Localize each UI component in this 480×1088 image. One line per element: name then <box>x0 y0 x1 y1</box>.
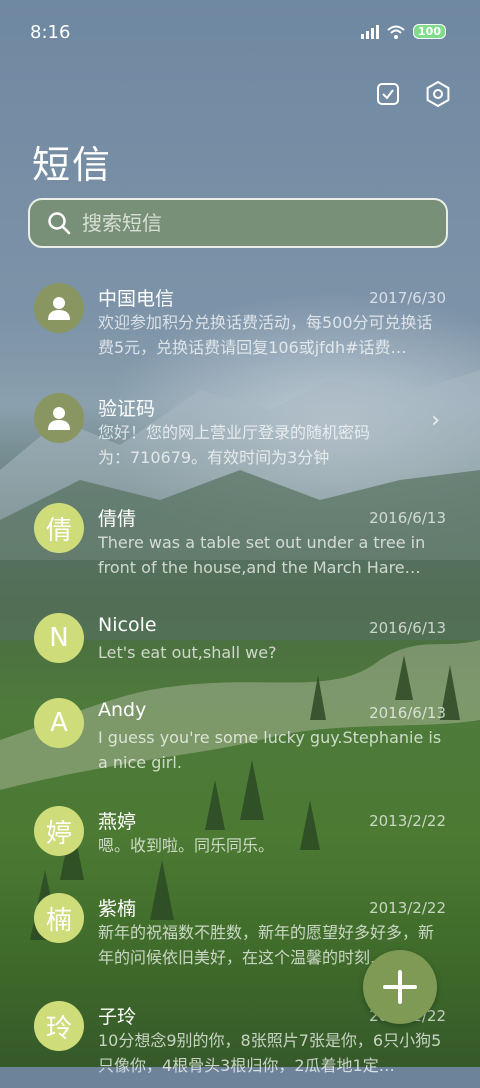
avatar: A <box>34 698 84 748</box>
message-date: 2016/6/13 <box>369 619 446 637</box>
message-item[interactable]: A Andy 2016/6/13 I guess you're some luc… <box>0 685 480 785</box>
message-preview: 嗯。收到啦。同乐同乐。 <box>98 836 275 855</box>
contact-name: 燕婷 <box>98 811 137 833</box>
avatar: 玲 <box>34 1001 84 1051</box>
avatar: 婷 <box>34 806 84 856</box>
message-date: 2013/2/22 <box>369 812 446 830</box>
message-item[interactable]: 中国电信 2017/6/30 欢迎参加积分兑换话费活动，每500分可兑换话费5元… <box>0 270 480 370</box>
avatar: 倩 <box>34 503 84 553</box>
status-time: 8:16 <box>30 22 71 43</box>
plus-icon <box>383 970 417 1004</box>
signal-icon <box>361 24 380 39</box>
compose-button[interactable] <box>363 950 437 1024</box>
message-preview: 您好！您的网上营业厅登录的随机密码为：710679。有效时间为3分钟 <box>98 423 371 467</box>
message-preview: 欢迎参加积分兑换话费活动，每500分可兑换话费5元，兑换话费请回复106或jfd… <box>98 313 433 357</box>
status-bar: 8:16 100 <box>0 0 480 66</box>
contact-name: 倩倩 <box>98 508 137 530</box>
contact-name: 子玲 <box>98 1006 137 1028</box>
person-icon <box>48 297 70 320</box>
message-item[interactable]: 婷 燕婷 2013/2/22 嗯。收到啦。同乐同乐。 <box>0 793 480 893</box>
contact-name: 紫楠 <box>98 898 137 920</box>
message-date: 2016/6/13 <box>369 509 446 527</box>
message-date: 2013/2/22 <box>369 899 446 917</box>
battery-indicator: 100 <box>413 24 446 39</box>
avatar: 楠 <box>34 893 84 943</box>
checkbox-icon[interactable] <box>374 80 402 108</box>
search-bar[interactable] <box>28 198 448 248</box>
message-preview: 10分想念9别的你，8张照片7张是你，6只小狗5只像你，4根骨头3根归你，2瓜着… <box>98 1031 442 1075</box>
contact-name: 中国电信 <box>98 288 175 310</box>
contact-name: Andy <box>98 699 147 721</box>
avatar <box>34 393 84 443</box>
message-item[interactable]: 倩 倩倩 2016/6/13 There was a table set out… <box>0 490 480 590</box>
gear-icon[interactable] <box>424 80 452 108</box>
avatar <box>34 283 84 333</box>
status-icons: 100 <box>361 24 446 39</box>
search-input[interactable] <box>80 210 424 236</box>
message-preview: Let's eat out,shall we? <box>98 643 277 662</box>
message-item[interactable]: 验证码 › 您好！您的网上营业厅登录的随机密码为：710679。有效时间为3分钟 <box>0 380 480 480</box>
message-preview: I guess you're some lucky guy.Stephanie … <box>98 728 442 772</box>
top-actions <box>374 80 452 108</box>
chevron-right-icon: › <box>431 408 440 433</box>
avatar: N <box>34 613 84 663</box>
contact-name: 验证码 <box>98 398 156 420</box>
message-preview: There was a table set out under a tree i… <box>98 533 426 577</box>
contact-name: Nicole <box>98 614 157 636</box>
message-date: 2017/6/30 <box>369 289 446 307</box>
wifi-icon <box>387 25 405 39</box>
search-icon <box>48 212 71 235</box>
person-icon <box>48 407 70 430</box>
page-title: 短信 <box>32 143 113 187</box>
message-date: 2016/6/13 <box>369 704 446 722</box>
